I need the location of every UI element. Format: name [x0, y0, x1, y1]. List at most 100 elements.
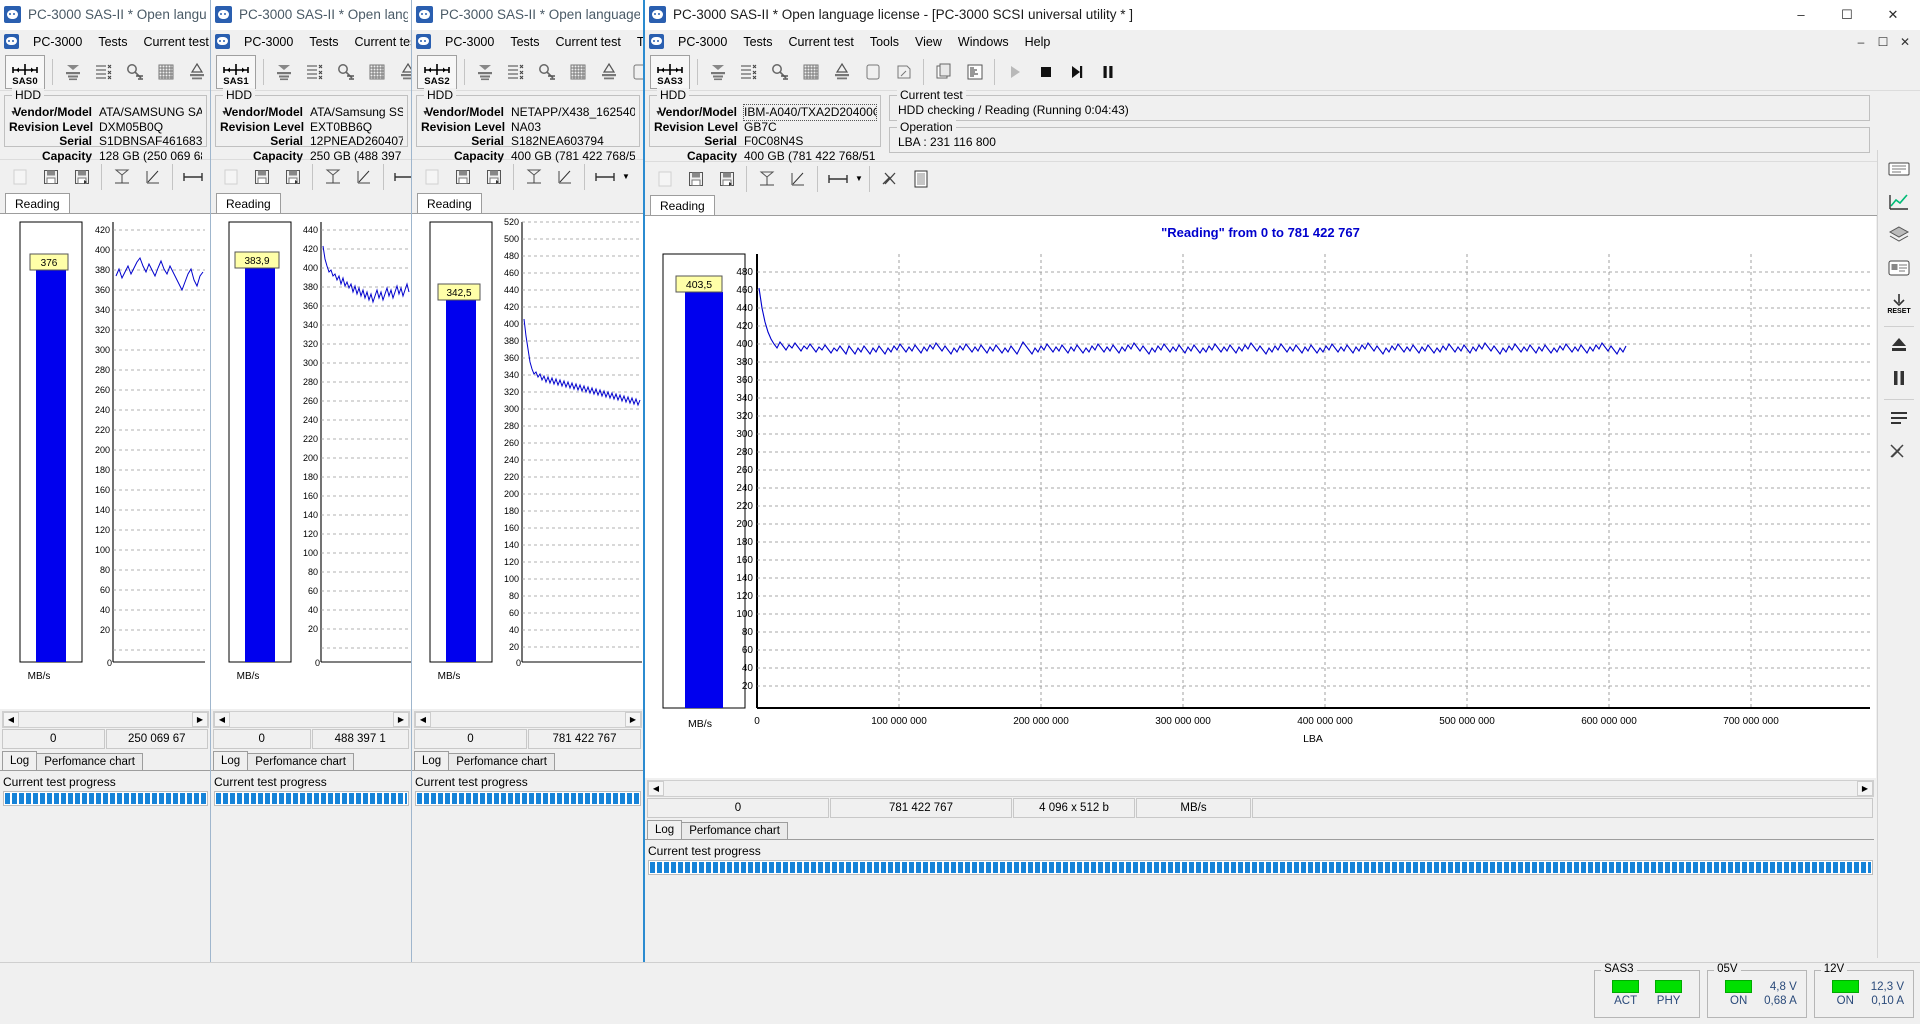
bottom-tabs-sas3[interactable]: Log Perfomance chart	[645, 821, 1874, 840]
tab-performance-chart[interactable]: Perfomance chart	[247, 753, 354, 770]
chart-width-icon[interactable]	[388, 161, 412, 193]
tabstrip-sas2[interactable]: Reading	[412, 193, 644, 214]
save-chart-icon[interactable]	[35, 161, 66, 193]
play-icon[interactable]	[999, 56, 1030, 88]
menu-help[interactable]: Help	[1017, 33, 1059, 51]
chart-line-icon[interactable]	[549, 161, 580, 193]
save-as-chart-icon[interactable]	[711, 163, 742, 195]
menubar-sas2[interactable]: PC-3000 Tests Current test Tools View	[412, 30, 644, 53]
tab-reading[interactable]: Reading	[650, 195, 715, 215]
chart-width-icon[interactable]	[822, 163, 853, 195]
menu-tests[interactable]: Tests	[502, 33, 547, 51]
chart-toolbar-sas0[interactable]	[0, 159, 211, 193]
menu-pc3000[interactable]: PC-3000	[437, 33, 502, 51]
drive-id-icon[interactable]	[469, 56, 500, 88]
bars-icon[interactable]	[1882, 403, 1916, 433]
sector-map-icon[interactable]	[795, 56, 826, 88]
graph-test-icon[interactable]	[181, 56, 211, 88]
menu-pc3000[interactable]: PC-3000	[670, 33, 735, 51]
terminal-icon[interactable]	[959, 56, 990, 88]
chevron-down-icon[interactable]: ▼	[853, 163, 865, 195]
app-menu-icon[interactable]	[649, 34, 664, 49]
save-chart-icon[interactable]	[447, 161, 478, 193]
defect-list-icon[interactable]	[624, 56, 644, 88]
hdd-dropdown-icon[interactable]: ▼	[10, 110, 17, 117]
scroll-right-icon[interactable]: ▶	[192, 712, 208, 727]
app-menu-icon[interactable]	[4, 34, 19, 49]
window-sas2[interactable]: PC-3000 SAS-II * Open language license -…	[411, 0, 644, 968]
menu-tests[interactable]: Tests	[90, 33, 135, 51]
window-sas0[interactable]: PC-3000 SAS-II * Open language license -…	[0, 0, 211, 968]
mdi-controls[interactable]: – ☐ ✕	[1850, 35, 1920, 49]
pause-icon[interactable]	[1092, 56, 1123, 88]
close-button[interactable]: ✕	[1870, 0, 1916, 29]
report-icon[interactable]	[905, 163, 936, 195]
layers-icon[interactable]	[1882, 220, 1916, 250]
menu-tests[interactable]: Tests	[301, 33, 346, 51]
search-test-icon[interactable]	[764, 56, 795, 88]
drive-id-icon[interactable]	[702, 56, 733, 88]
save-chart-icon[interactable]	[680, 163, 711, 195]
chart-line-icon[interactable]	[348, 161, 379, 193]
tools-icon[interactable]	[1882, 436, 1916, 466]
id-card-icon[interactable]	[1882, 253, 1916, 283]
search-test-icon[interactable]	[330, 56, 361, 88]
sas-port-button[interactable]: SAS1	[216, 55, 256, 89]
search-test-icon[interactable]	[531, 56, 562, 88]
chart-scale-icon[interactable]	[106, 161, 137, 193]
eject-icon[interactable]	[1882, 330, 1916, 360]
hscroll-sas2[interactable]: ◀ ▶	[414, 711, 642, 728]
graph-test-icon[interactable]	[593, 56, 624, 88]
tab-performance-chart[interactable]: Perfomance chart	[681, 822, 788, 839]
save-as-chart-icon[interactable]	[277, 161, 308, 193]
app-menu-icon[interactable]	[215, 34, 230, 49]
copy-icon[interactable]	[928, 56, 959, 88]
tab-log[interactable]: Log	[213, 751, 248, 770]
tab-log[interactable]: Log	[647, 820, 682, 839]
menu-current-test[interactable]: Current test	[136, 33, 211, 51]
maximize-button[interactable]: ☐	[1824, 0, 1870, 29]
list-test-icon[interactable]	[733, 56, 764, 88]
sas-port-button[interactable]: SAS3	[650, 55, 690, 89]
menu-pc3000[interactable]: PC-3000	[236, 33, 301, 51]
save-as-chart-icon[interactable]	[478, 161, 509, 193]
toolbar-sas3[interactable]: SAS3	[645, 53, 1920, 91]
hscroll-sas1[interactable]: ◀ ▶	[213, 711, 410, 728]
chart-toolbar-sas1[interactable]: ▼	[211, 159, 412, 193]
stop-icon[interactable]	[1030, 56, 1061, 88]
tab-reading[interactable]: Reading	[5, 193, 70, 213]
scroll-right-icon[interactable]: ▶	[393, 712, 409, 727]
window-controls[interactable]: – ☐ ✕	[1778, 0, 1916, 29]
defect-list-icon[interactable]	[857, 56, 888, 88]
mdi-maximize-button[interactable]: ☐	[1872, 35, 1894, 49]
hscroll-sas0[interactable]: ◀ ▶	[2, 711, 209, 728]
tab-performance-chart[interactable]: Perfomance chart	[448, 753, 555, 770]
list-test-icon[interactable]	[88, 56, 119, 88]
app-menu-icon[interactable]	[416, 34, 431, 49]
titlebar-sas1[interactable]: PC-3000 SAS-II * Open language license -	[211, 0, 412, 30]
graph-test-icon[interactable]	[392, 56, 412, 88]
bottom-tabs-sas1[interactable]: Log Perfomance chart	[211, 752, 412, 771]
chart-scale-icon[interactable]	[751, 163, 782, 195]
menu-current-test[interactable]: Current test	[548, 33, 629, 51]
new-chart-icon[interactable]	[215, 161, 246, 193]
chevron-down-icon[interactable]: ▼	[620, 161, 632, 193]
scroll-left-icon[interactable]: ◀	[214, 712, 230, 727]
window-sas1[interactable]: PC-3000 SAS-II * Open language license -…	[210, 0, 412, 968]
chart-scale-icon[interactable]	[518, 161, 549, 193]
chart-icon[interactable]	[1882, 187, 1916, 217]
graph-test-icon[interactable]	[826, 56, 857, 88]
menu-pc3000[interactable]: PC-3000	[25, 33, 90, 51]
scroll-right-icon[interactable]: ▶	[1857, 781, 1873, 796]
hdd-dropdown-icon[interactable]: ▼	[655, 110, 662, 117]
side-toolbar[interactable]: RESET	[1877, 150, 1920, 958]
scroll-left-icon[interactable]: ◀	[3, 712, 19, 727]
tab-reading[interactable]: Reading	[417, 193, 482, 213]
drive-id-icon[interactable]	[268, 56, 299, 88]
menu-tools[interactable]: Tools	[862, 33, 907, 51]
chart-toolbar-sas2[interactable]: ▼	[412, 159, 644, 193]
scroll-left-icon[interactable]: ◀	[415, 712, 431, 727]
titlebar-sas3[interactable]: PC-3000 SAS-II * Open language license -…	[645, 0, 1920, 30]
menu-tests[interactable]: Tests	[735, 33, 780, 51]
chart-line-icon[interactable]	[782, 163, 813, 195]
